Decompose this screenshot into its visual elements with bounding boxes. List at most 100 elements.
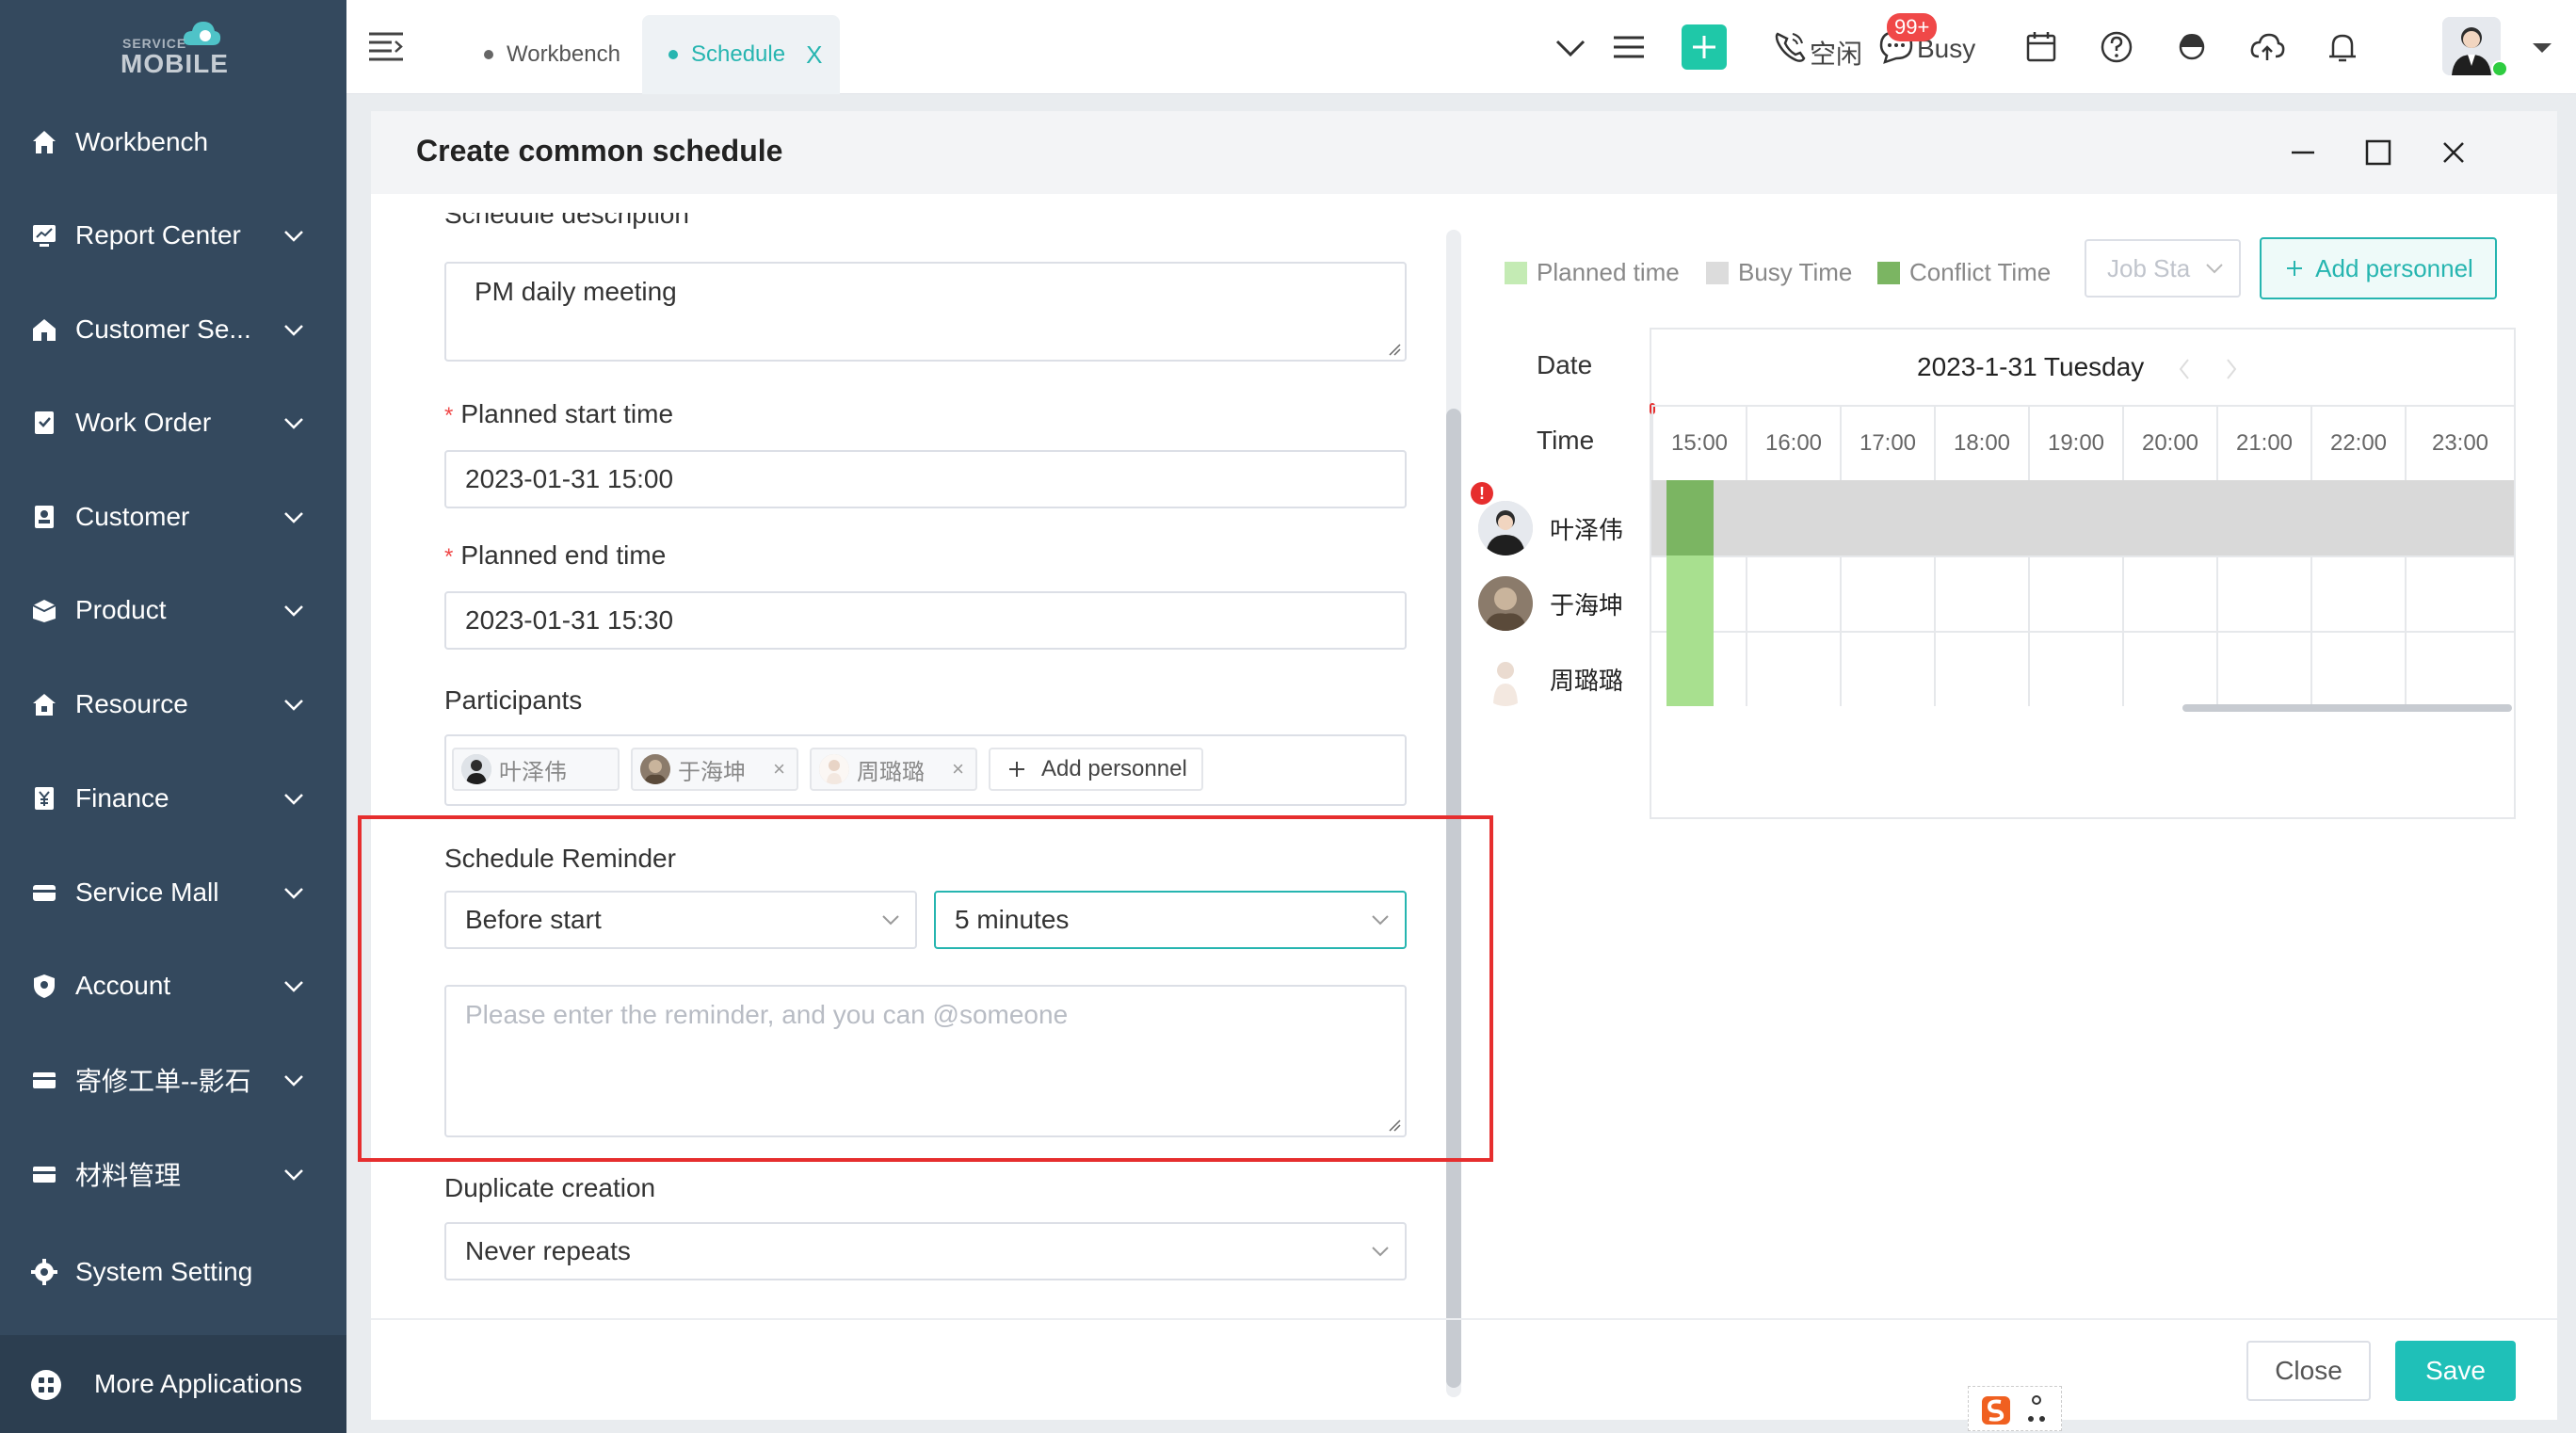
person-row: 于海坤 (1478, 571, 1638, 636)
planned-block (1666, 555, 1714, 706)
col-divider (1746, 555, 1747, 706)
finance-icon (35, 787, 54, 810)
remove-participant-button[interactable]: × (773, 757, 785, 781)
dialog-title: Create common schedule (416, 134, 783, 168)
sidebar-item-finance[interactable]: Finance (0, 765, 346, 831)
remove-participant-button[interactable]: × (952, 757, 964, 781)
person-avatar (1478, 652, 1533, 706)
user-service-icon[interactable] (2173, 26, 2211, 68)
notification-badge: 99+ (1887, 13, 1938, 41)
chevron-right-icon[interactable] (2222, 356, 2241, 382)
sidebar-item-system-setting[interactable]: System Setting (0, 1239, 346, 1305)
sidebar: SERVICE MOBILE Workbench Report Center C… (0, 0, 346, 1433)
minimize-icon[interactable] (2282, 132, 2324, 173)
mail-repair-icon (33, 1072, 56, 1088)
resize-grip-icon[interactable] (1386, 341, 1401, 356)
footer-divider (371, 1318, 2557, 1320)
participant-avatar (461, 754, 491, 784)
sidebar-item-customer[interactable]: Customer (0, 484, 346, 550)
start-time-input[interactable]: 2023-01-31 15:00 (444, 450, 1407, 508)
home-icon (33, 131, 56, 153)
duplicate-select[interactable]: Never repeats (444, 1222, 1407, 1280)
add-personnel-label: Add personnel (2315, 253, 2473, 282)
sidebar-item-work-order[interactable]: Work Order (0, 390, 346, 456)
logo-big-text: MOBILE (121, 49, 229, 78)
cloud-upload-icon[interactable] (2248, 26, 2286, 68)
tab-schedule[interactable]: Schedule X (642, 15, 840, 94)
person-name: 周璐璐 (1550, 666, 1624, 695)
tab-workbench[interactable]: Workbench (458, 15, 646, 94)
end-time-input[interactable]: 2023-01-31 15:30 (444, 591, 1407, 650)
start-time-label-text: Planned start time (460, 399, 674, 428)
person-avatar (1478, 576, 1533, 631)
participant-chip[interactable]: 于海坤 × (631, 748, 798, 791)
chevron-down-icon (284, 325, 303, 336)
chevron-down-icon (1372, 1247, 1389, 1257)
sidebar-item-service-mall[interactable]: Service Mall (0, 860, 346, 926)
busy-row (1651, 480, 2514, 555)
time-slot: 22:00 (2310, 405, 2405, 480)
close-button[interactable]: Close (2246, 1341, 2371, 1401)
description-textarea[interactable]: PM daily meeting (444, 262, 1407, 362)
save-button[interactable]: Save (2395, 1341, 2516, 1401)
participant-avatar (819, 754, 849, 784)
sidebar-item-label: Service Mall (75, 878, 219, 907)
maximize-icon[interactable] (2358, 132, 2399, 173)
sidebar-item-label: Resource (75, 689, 188, 718)
bell-icon[interactable] (2324, 26, 2361, 68)
date-header: Date (1537, 350, 1593, 379)
add-button[interactable] (1682, 24, 1727, 70)
caret-down-icon[interactable] (2523, 26, 2561, 68)
menu-collapse-icon[interactable] (367, 30, 405, 62)
required-marker: * (444, 403, 454, 428)
tab-close-button[interactable]: X (806, 40, 822, 70)
required-marker: * (444, 544, 454, 570)
more-applications-button[interactable]: More Applications (0, 1335, 346, 1433)
participants-field[interactable]: 叶泽伟 于海坤 × 周璐璐 × Add personnel (444, 734, 1407, 806)
close-icon[interactable] (2433, 132, 2474, 173)
participant-chip[interactable]: 叶泽伟 (452, 748, 620, 791)
customer-service-icon (33, 319, 56, 341)
person-name: 叶泽伟 (1550, 515, 1624, 544)
legend-label: Conflict Time (1909, 258, 2052, 286)
add-personnel-chip-button[interactable]: Add personnel (989, 748, 1203, 791)
calendar-icon[interactable] (2022, 26, 2060, 68)
participants-label: Participants (444, 685, 583, 715)
status-idle-text[interactable]: 空闲 (1810, 34, 1862, 72)
chevron-down-icon (284, 1169, 303, 1181)
sidebar-item-resource[interactable]: Resource (0, 671, 346, 737)
sidebar-item-report-center[interactable]: Report Center (0, 202, 346, 268)
work-order-icon (35, 411, 54, 434)
chevron-down-icon[interactable] (1552, 26, 1589, 68)
duplicate-label: Duplicate creation (444, 1173, 656, 1202)
description-label: Schedule description (444, 213, 689, 230)
list-menu-icon[interactable] (1610, 26, 1648, 68)
chevron-down-icon (284, 981, 303, 992)
app-logo[interactable]: SERVICE MOBILE (0, 0, 346, 94)
sidebar-item-product[interactable]: Product (0, 577, 346, 643)
sidebar-item-label: 寄修工单--影石 (75, 1067, 251, 1096)
help-icon[interactable] (2098, 26, 2135, 68)
conflict-alert-badge: ! (1471, 482, 1493, 505)
participant-name: 周璐璐 (857, 759, 925, 785)
sidebar-item-label: 材料管理 (75, 1161, 182, 1190)
sidebar-item-mail-repair[interactable]: 寄修工单--影石 (0, 1047, 346, 1113)
input-method-toolbar[interactable] (1968, 1386, 2062, 1431)
grid-horizontal-scrollbar[interactable] (2182, 704, 2512, 712)
plus-icon (1009, 762, 1024, 777)
sidebar-item-workbench[interactable]: Workbench (0, 109, 346, 175)
add-personnel-button[interactable]: Add personnel (2260, 237, 2497, 299)
plus-icon (2287, 261, 2303, 276)
form-scrollbar[interactable] (1446, 230, 1461, 1397)
participant-chip[interactable]: 周璐璐 × (810, 748, 977, 791)
tab-label: Workbench (507, 41, 620, 67)
cloud-logo-icon (183, 22, 221, 45)
phone-icon[interactable] (1770, 26, 1808, 68)
job-status-select[interactable]: Job Sta (2085, 239, 2241, 298)
sidebar-item-account[interactable]: Account (0, 953, 346, 1019)
sidebar-item-materials[interactable]: 材料管理 (0, 1141, 346, 1207)
sidebar-item-customer-service[interactable]: Customer Se... (0, 297, 346, 362)
duplicate-value: Never repeats (465, 1236, 631, 1265)
chevron-left-icon[interactable] (2175, 356, 2194, 382)
chevron-down-icon (284, 512, 303, 523)
